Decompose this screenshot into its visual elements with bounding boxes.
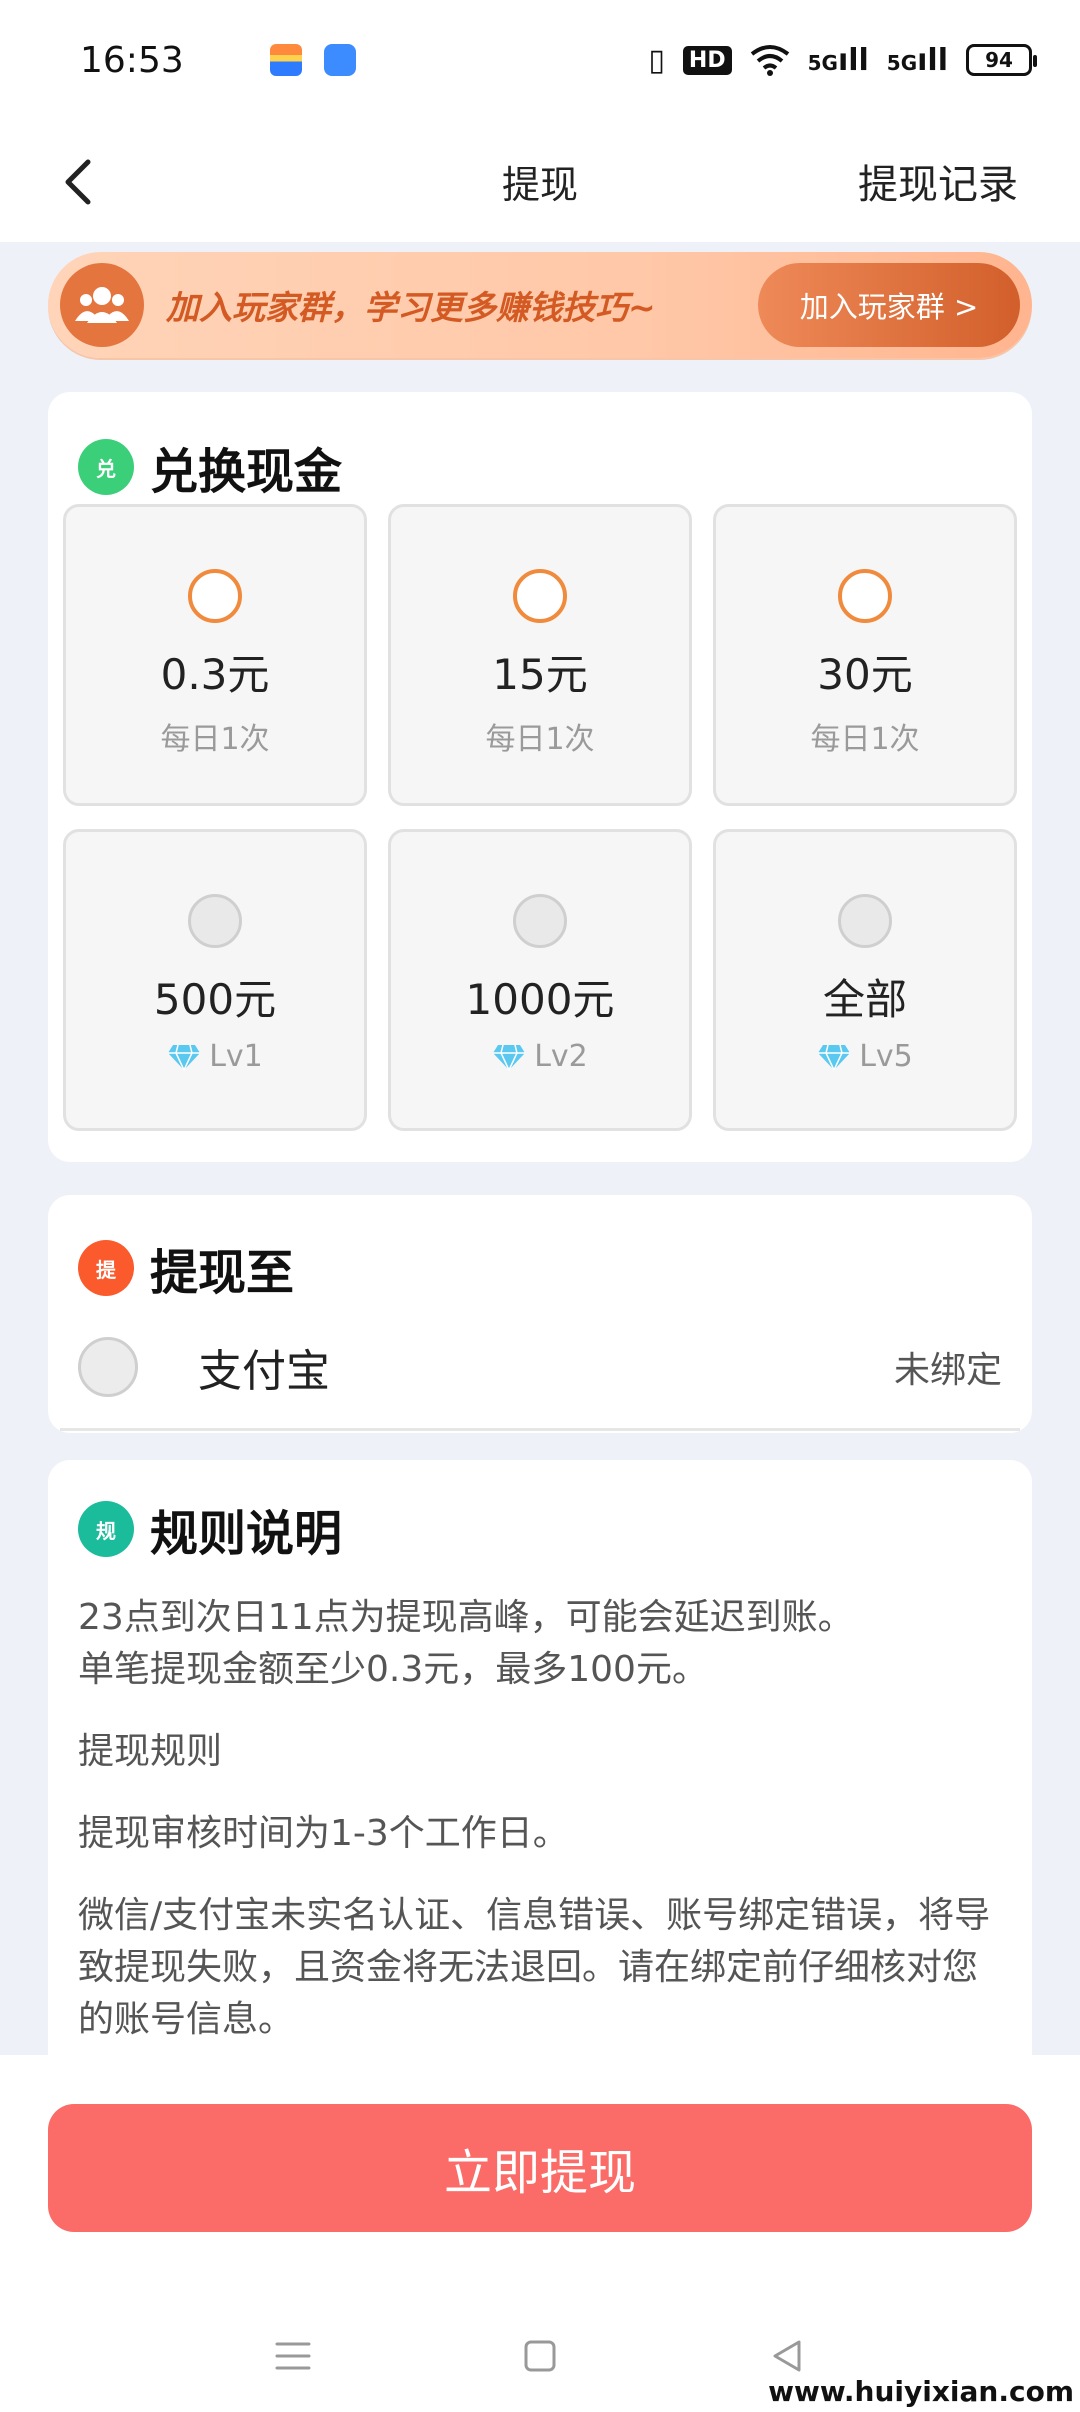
radio-icon xyxy=(188,894,242,948)
rule-line: 单笔提现金额至少0.3元，最多100元。 xyxy=(78,1649,708,1690)
vibrate-icon: ▯ xyxy=(648,42,665,78)
option-level-text: Lv5 xyxy=(859,1039,913,1074)
withdraw-now-button[interactable]: 立即提现 xyxy=(48,2104,1032,2232)
diamond-icon xyxy=(493,1044,526,1070)
5g-signal-icon: 5Gıll xyxy=(807,42,869,78)
wifi-icon xyxy=(750,45,789,76)
exchange-card-header: 兑 兑换现金 xyxy=(78,432,342,502)
net-label: 5G xyxy=(807,50,838,75)
5g-signal-icon: 5Gıll xyxy=(886,42,948,78)
rule-paragraph: 微信/支付宝未实名认证、信息错误、账号绑定错误，将导致提现失败，且资金将无法退回… xyxy=(78,1895,991,2040)
home-icon[interactable] xyxy=(510,2326,570,2386)
amount-option-1000[interactable]: 1000元 Lv2 xyxy=(388,829,692,1131)
option-limit: 每日1次 xyxy=(716,714,1014,758)
amount-option-500[interactable]: 500元 Lv1 xyxy=(63,829,367,1131)
option-amount: 30元 xyxy=(817,650,913,699)
alipay-label: 支付宝 xyxy=(198,1346,330,1397)
withdraw-page: 16:53 ▯ HD 5Gıll 5Gıll 94 提现 提现记录 加入玩家群，… xyxy=(0,0,1080,2412)
join-group-banner[interactable]: 加入玩家群，学习更多赚钱技巧~ 加入玩家群 > xyxy=(48,252,1032,358)
status-icons: ▯ HD 5Gıll 5Gıll 94 xyxy=(648,42,1037,78)
withdraw-to-card: 提 提现至 支付宝 未绑定 xyxy=(48,1195,1032,1433)
rules-title: 规则说明 xyxy=(150,1506,343,1562)
app-notification-icon xyxy=(324,44,356,76)
withdraw-records-link[interactable]: 提现记录 xyxy=(858,152,1018,210)
amount-option-0-3[interactable]: 0.3元 每日1次 xyxy=(63,504,367,806)
battery-icon: 94 xyxy=(966,44,1037,76)
option-limit-text: 每日1次 xyxy=(160,722,270,757)
app-notification-icon xyxy=(270,44,302,76)
rules-header: 规 规则说明 xyxy=(78,1494,342,1564)
option-amount: 500元 xyxy=(153,975,277,1024)
alipay-bind-status: 未绑定 xyxy=(893,1350,1002,1391)
rules-text: 23点到次日11点为提现高峰，可能会延迟到账。 单笔提现金额至少0.3元，最多10… xyxy=(78,1592,992,2076)
exchange-badge-icon: 兑 xyxy=(78,439,134,495)
status-bar: 16:53 ▯ HD 5Gıll 5Gıll 94 xyxy=(0,0,1080,120)
menu-icon[interactable] xyxy=(263,2326,323,2386)
rule-line: 23点到次日11点为提现高峰，可能会延迟到账。 xyxy=(78,1597,854,1638)
rule-paragraph: 提现规则 xyxy=(78,1731,223,1772)
join-group-button[interactable]: 加入玩家群 > xyxy=(758,263,1020,347)
option-level: Lv1 xyxy=(66,1039,364,1074)
top-nav: 提现 提现记录 xyxy=(0,120,1080,242)
rule-paragraph: 23点到次日11点为提现高峰，可能会延迟到账。 单笔提现金额至少0.3元，最多10… xyxy=(78,1592,992,1696)
divider xyxy=(60,1428,1020,1431)
hd-icon: HD xyxy=(682,45,732,75)
amount-option-15[interactable]: 15元 每日1次 xyxy=(388,504,692,806)
alipay-radio[interactable] xyxy=(78,1337,138,1397)
radio-icon xyxy=(513,894,567,948)
status-time: 16:53 xyxy=(80,39,184,81)
option-limit: 每日1次 xyxy=(66,714,364,758)
diamond-icon xyxy=(168,1044,201,1070)
group-icon xyxy=(60,263,144,347)
option-amount: 0.3元 xyxy=(160,650,270,699)
watermark-text: www.huiyixian.com xyxy=(768,2375,1074,2408)
radio-icon xyxy=(838,894,892,948)
rule-paragraph: 提现审核时间为1-3个工作日。 xyxy=(78,1813,569,1854)
rules-badge-icon: 规 xyxy=(78,1501,134,1557)
option-amount: 15元 xyxy=(492,650,588,699)
net-label: 5G xyxy=(886,50,918,75)
alipay-option[interactable]: 支付宝 未绑定 xyxy=(78,1335,1002,1399)
withdraw-to-header: 提 提现至 xyxy=(78,1233,294,1303)
option-limit-text: 每日1次 xyxy=(485,722,595,757)
amount-option-all[interactable]: 全部 Lv5 xyxy=(713,829,1017,1131)
option-limit: 每日1次 xyxy=(391,714,689,758)
option-level-text: Lv1 xyxy=(209,1039,263,1074)
diamond-icon xyxy=(818,1044,851,1070)
option-limit-text: 每日1次 xyxy=(810,722,920,757)
option-amount: 全部 xyxy=(822,975,907,1024)
option-amount: 1000元 xyxy=(465,975,615,1024)
option-level: Lv2 xyxy=(391,1039,689,1074)
amount-option-30[interactable]: 30元 每日1次 xyxy=(713,504,1017,806)
rules-card: 规 规则说明 23点到次日11点为提现高峰，可能会延迟到账。 单笔提现金额至少0.… xyxy=(48,1460,1032,2060)
withdraw-badge-icon: 提 xyxy=(78,1240,134,1296)
exchange-cash-card: 兑 兑换现金 0.3元 每日1次 15元 每日1次 30元 每日1次 500元 … xyxy=(48,392,1032,1162)
radio-icon xyxy=(838,569,892,623)
radio-icon xyxy=(513,569,567,623)
exchange-title: 兑换现金 xyxy=(150,444,343,500)
option-level: Lv5 xyxy=(716,1039,1014,1074)
withdraw-to-title: 提现至 xyxy=(150,1245,295,1301)
banner-text: 加入玩家群，学习更多赚钱技巧~ xyxy=(166,288,656,327)
option-level-text: Lv2 xyxy=(534,1039,588,1074)
radio-icon xyxy=(188,569,242,623)
